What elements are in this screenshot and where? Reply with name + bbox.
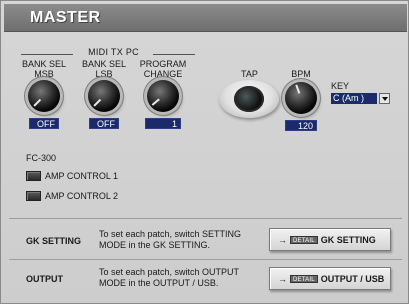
key-label: KEY bbox=[331, 81, 350, 91]
bank-sel-lsb-label-line1: BANK SEL bbox=[81, 59, 127, 69]
output-usb-button-label: OUTPUT / USB bbox=[320, 273, 385, 284]
program-change-knob[interactable] bbox=[147, 80, 179, 112]
gk-setting-button-label: GK SETTING bbox=[320, 234, 376, 245]
bank-sel-lsb-label: BANK SEL LSB bbox=[81, 59, 127, 79]
knob-pointer-icon bbox=[151, 98, 160, 106]
bpm-knob[interactable] bbox=[285, 82, 317, 114]
output-description-line1: To set each patch, switch OUTPUT bbox=[99, 267, 240, 277]
midi-group-line-left bbox=[21, 54, 73, 55]
arrow-right-icon: → bbox=[278, 234, 287, 245]
amp-control-1-label: AMP CONTROL 1 bbox=[45, 171, 119, 181]
amp-control-2-checkbox[interactable] bbox=[26, 191, 41, 201]
gk-setting-detail-button[interactable]: → DETAIL GK SETTING bbox=[269, 228, 391, 251]
bank-sel-msb-value[interactable]: OFF bbox=[29, 118, 59, 129]
program-change-label-line1: PROGRAM bbox=[139, 59, 187, 69]
amp-control-1-checkbox[interactable] bbox=[26, 171, 41, 181]
master-panel: MASTER MIDI TX PC BANK SEL MSB OFF BANK … bbox=[0, 0, 409, 304]
amp-control-1-row[interactable]: AMP CONTROL 1 bbox=[26, 171, 118, 181]
tap-lens-icon bbox=[234, 86, 264, 112]
arrow-right-icon: → bbox=[278, 273, 287, 284]
output-usb-detail-button[interactable]: → DETAIL OUTPUT / USB bbox=[269, 267, 391, 290]
bank-sel-lsb-label-line2: LSB bbox=[95, 69, 113, 79]
knob-pointer-icon bbox=[93, 98, 102, 107]
bank-sel-lsb-knob[interactable] bbox=[88, 80, 120, 112]
output-description-line2: MODE in the OUTPUT / USB. bbox=[99, 278, 219, 288]
panel-header: MASTER bbox=[4, 4, 407, 32]
fc300-label: FC-300 bbox=[26, 153, 57, 163]
program-change-value[interactable]: 1 bbox=[145, 118, 181, 129]
detail-tag: DETAIL bbox=[290, 235, 318, 244]
gk-setting-description-line2: MODE in the GK SETTING. bbox=[99, 240, 211, 250]
amp-control-2-label: AMP CONTROL 2 bbox=[45, 191, 119, 201]
gk-setting-description-line1: To set each patch, switch SETTING bbox=[99, 229, 242, 239]
bank-sel-msb-knob[interactable] bbox=[28, 80, 60, 112]
knob-pointer-icon bbox=[33, 98, 42, 107]
key-select-value: C (Am ) bbox=[331, 93, 377, 104]
gk-setting-title: GK SETTING bbox=[26, 236, 82, 246]
divider bbox=[9, 259, 402, 260]
knob-pointer-icon bbox=[295, 84, 301, 94]
bank-sel-lsb-control: BANK SEL LSB OFF bbox=[81, 59, 127, 129]
panel-title: MASTER bbox=[30, 9, 101, 26]
tap-button[interactable] bbox=[219, 80, 279, 118]
bank-sel-msb-control: BANK SEL MSB OFF bbox=[21, 59, 67, 129]
key-select[interactable]: C (Am ) bbox=[331, 93, 390, 104]
tap-label: TAP bbox=[241, 69, 258, 79]
program-change-label: PROGRAM CHANGE bbox=[137, 59, 189, 79]
bank-sel-msb-label: BANK SEL MSB bbox=[21, 59, 67, 79]
detail-tag: DETAIL bbox=[290, 274, 318, 283]
midi-group-line-right bbox=[153, 54, 195, 55]
bank-sel-msb-label-line2: MSB bbox=[34, 69, 54, 79]
output-title: OUTPUT bbox=[26, 274, 63, 284]
midi-tx-pc-label: MIDI TX PC bbox=[88, 47, 139, 57]
program-change-label-line2: CHANGE bbox=[143, 69, 183, 79]
bpm-value[interactable]: 120 bbox=[285, 120, 317, 131]
bank-sel-lsb-value[interactable]: OFF bbox=[89, 118, 119, 129]
amp-control-2-row[interactable]: AMP CONTROL 2 bbox=[26, 191, 118, 201]
program-change-control: PROGRAM CHANGE 1 bbox=[137, 59, 189, 129]
chevron-down-icon[interactable] bbox=[379, 93, 390, 104]
output-description: To set each patch, switch OUTPUT MODE in… bbox=[99, 267, 264, 289]
bpm-label: BPM bbox=[291, 69, 311, 79]
divider bbox=[9, 218, 402, 219]
bank-sel-msb-label-line1: BANK SEL bbox=[21, 59, 67, 69]
gk-setting-description: To set each patch, switch SETTING MODE i… bbox=[99, 229, 264, 251]
bpm-control: BPM 120 bbox=[281, 69, 321, 131]
